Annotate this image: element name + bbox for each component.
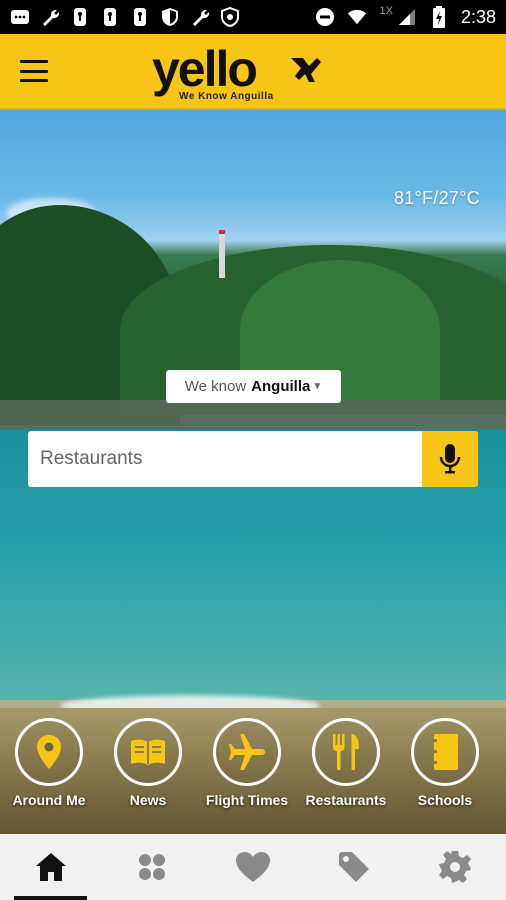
menu-icon-line [20, 69, 48, 73]
search-input[interactable] [28, 431, 422, 487]
status-bar: 1X 2:38 [0, 0, 506, 34]
nav-home[interactable] [0, 834, 101, 900]
messages-icon [10, 7, 30, 27]
do-not-disturb-icon [315, 7, 335, 27]
quick-link-label: Restaurants [305, 792, 387, 808]
location-pin-icon [37, 735, 61, 769]
location-selector[interactable]: We know Anguilla ▼ [166, 370, 341, 403]
quick-link-label: Schools [417, 792, 473, 808]
tag-icon [339, 852, 370, 882]
walking-fingers-icon [291, 58, 321, 82]
quick-link-circle [411, 718, 479, 786]
quick-link-circle [213, 718, 281, 786]
lighthouse-decoration [219, 230, 225, 278]
nav-settings[interactable] [405, 834, 506, 900]
quick-link-around-me[interactable]: Around Me [0, 718, 99, 808]
quick-link-circle [114, 718, 182, 786]
menu-icon-line [20, 60, 48, 63]
app-header: yello We Know Anguilla [0, 34, 506, 110]
shoreline-decoration [0, 400, 506, 430]
home-icon [35, 853, 66, 881]
notification-icons [10, 7, 240, 27]
nav-deals[interactable] [304, 834, 405, 900]
quick-link-circle [15, 718, 83, 786]
fork-knife-icon [333, 734, 359, 770]
quick-link-label: News [129, 792, 167, 808]
airplane-icon [229, 734, 265, 770]
quick-link-flight-times[interactable]: Flight Times [197, 718, 297, 808]
vpn-icon [220, 7, 240, 27]
dropdown-caret-icon: ▼ [312, 381, 323, 392]
network-type-label: 1X [379, 5, 393, 17]
quick-link-circle [312, 718, 380, 786]
nav-favorites[interactable] [202, 834, 303, 900]
quick-link-news[interactable]: News [98, 718, 198, 808]
logo-tagline: We Know Anguilla [179, 91, 274, 102]
yello-logo: yello We Know Anguilla [152, 42, 332, 104]
quick-link-restaurants[interactable]: Restaurants [296, 718, 396, 808]
notebook-icon [431, 734, 458, 770]
signal-icon [397, 7, 417, 27]
voice-search-button[interactable] [422, 431, 478, 487]
location-value: Anguilla [251, 378, 311, 395]
wrench-icon [40, 7, 60, 27]
location-prefix: We know [184, 378, 247, 395]
battery-charging-icon [429, 6, 449, 28]
gear-icon [439, 851, 472, 883]
categories-icon [138, 854, 165, 880]
nav-categories[interactable] [101, 834, 202, 900]
shield-icon [160, 7, 180, 27]
logo-wordmark: yello [152, 41, 258, 97]
quick-link-label: Around Me [12, 792, 86, 808]
menu-button[interactable] [20, 60, 48, 82]
wifi-icon [347, 7, 367, 27]
wrench-icon-2 [190, 7, 210, 27]
microphone-icon [439, 444, 461, 474]
clock: 2:38 [460, 6, 496, 27]
newspaper-icon [131, 739, 165, 765]
bottom-navigation [0, 834, 506, 900]
search-bar [28, 431, 478, 487]
weather-readout: 81°F/27°C [393, 188, 480, 208]
quick-link-label: Flight Times [205, 792, 289, 808]
heart-icon [236, 852, 270, 882]
keyhole-icon-3 [130, 7, 150, 27]
quick-link-schools[interactable]: Schools [395, 718, 495, 808]
keyhole-icon [70, 7, 90, 27]
menu-icon-line [20, 79, 48, 82]
quick-links: Around Me News Flight Times Restaurants … [0, 718, 506, 828]
keyhole-icon-2 [100, 7, 120, 27]
